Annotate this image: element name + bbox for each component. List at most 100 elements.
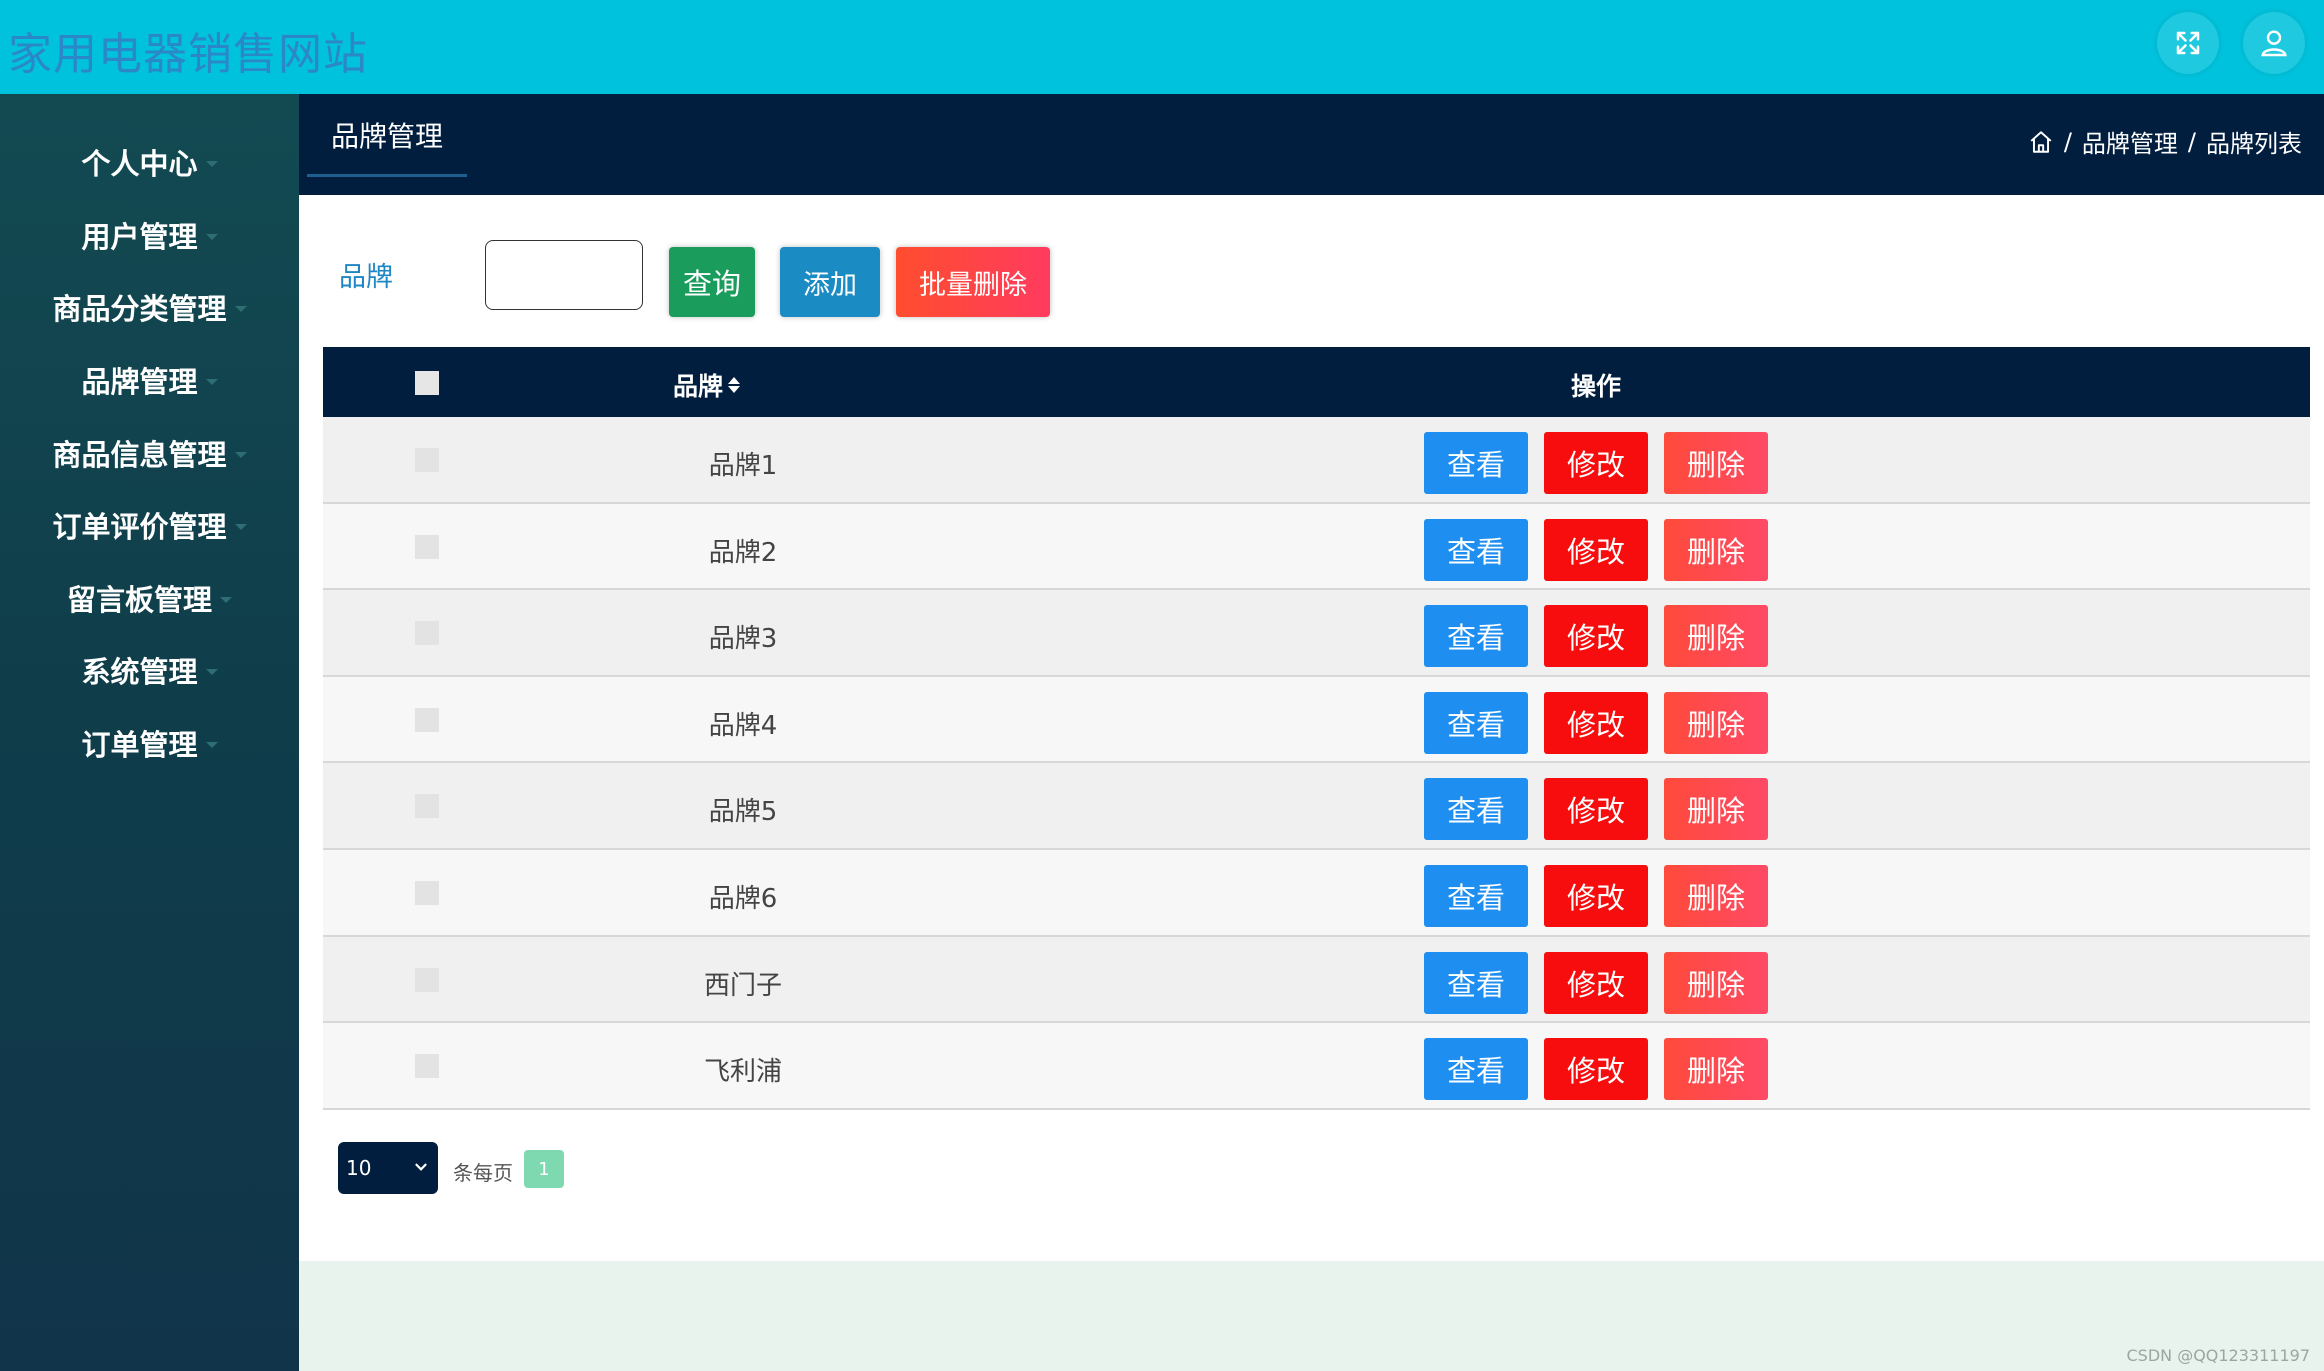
view-button[interactable]: 查看: [1424, 518, 1528, 581]
fullscreen-icon: [2176, 31, 2200, 55]
brand-search-input[interactable]: [485, 240, 643, 310]
table-row: 飞利浦 查看 修改 删除: [323, 1023, 2310, 1110]
table-row: 品牌5 查看 修改 删除: [323, 763, 2310, 850]
row-checkbox[interactable]: [415, 967, 439, 992]
chevron-down-icon: [234, 524, 247, 530]
delete-button[interactable]: 删除: [1664, 432, 1768, 494]
row-checkbox[interactable]: [415, 794, 439, 819]
row-checkbox[interactable]: [415, 707, 439, 732]
chevron-down-icon: [220, 597, 232, 603]
brand-cell: 西门子: [703, 970, 782, 1001]
delete-button[interactable]: 删除: [1664, 864, 1768, 927]
breadcrumb-item[interactable]: 品牌管理: [2082, 124, 2178, 159]
per-page-label: 条每页: [453, 1161, 513, 1185]
page-number-button[interactable]: 1: [524, 1150, 564, 1188]
sidebar-item-label: 个人中心: [81, 147, 198, 181]
row-checkbox[interactable]: [415, 1054, 439, 1079]
tab-brand-management[interactable]: 品牌管理: [307, 94, 467, 176]
view-button[interactable]: 查看: [1424, 778, 1528, 841]
top-header: 家用电器销售网站: [0, 0, 2324, 94]
sidebar-item-label: 商品信息管理: [52, 438, 227, 472]
sidebar-item-label: 商品分类管理: [52, 292, 227, 326]
delete-button[interactable]: 删除: [1664, 778, 1768, 841]
edit-button[interactable]: 修改: [1544, 1038, 1648, 1101]
brand-search-label: 品牌: [339, 262, 393, 293]
user-button[interactable]: [2243, 12, 2305, 74]
edit-button[interactable]: 修改: [1544, 778, 1648, 841]
column-header-brand[interactable]: 品牌: [673, 367, 741, 403]
watermark: CSDN @QQ123311197: [2126, 1346, 2310, 1365]
breadcrumb-item: 品牌列表: [2206, 130, 2302, 158]
sidebar-item-brand-management[interactable]: 品牌管理: [0, 350, 299, 410]
breadcrumb: / 品牌管理 / 品牌列表: [2028, 124, 2302, 159]
sidebar-item-label: 留言板管理: [66, 583, 212, 617]
breadcrumb-separator: /: [2063, 127, 2072, 156]
edit-button[interactable]: 修改: [1544, 951, 1648, 1014]
query-button[interactable]: 查询: [669, 247, 755, 317]
page-size-value: 10: [346, 1156, 372, 1180]
table-header: 品牌 操作: [323, 347, 2310, 417]
edit-button[interactable]: 修改: [1544, 691, 1648, 754]
view-button[interactable]: 查看: [1424, 432, 1528, 494]
brand-cell: 品牌3: [708, 624, 778, 655]
page-size-select[interactable]: 10: [338, 1142, 438, 1194]
edit-button[interactable]: 修改: [1544, 432, 1648, 494]
chevron-down-icon: [205, 742, 218, 748]
delete-button[interactable]: 删除: [1664, 518, 1768, 581]
sidebar-item-system-management[interactable]: 系统管理: [0, 640, 299, 700]
view-button[interactable]: 查看: [1424, 691, 1528, 754]
edit-button[interactable]: 修改: [1544, 518, 1648, 581]
chevron-down-icon: [234, 306, 247, 312]
sidebar: 个人中心 用户管理 商品分类管理 品牌管理 商品信息管理 订单评价管理 留言板管…: [0, 94, 299, 1371]
sidebar-item-message-board-management[interactable]: 留言板管理: [0, 568, 299, 628]
sidebar-item-order-review-management[interactable]: 订单评价管理: [0, 495, 299, 555]
row-checkbox[interactable]: [415, 448, 439, 472]
chevron-down-icon: [205, 379, 218, 385]
delete-button[interactable]: 删除: [1664, 951, 1768, 1014]
brand-cell: 品牌6: [708, 883, 778, 914]
select-all-checkbox[interactable]: [415, 371, 439, 395]
delete-button[interactable]: 删除: [1664, 691, 1768, 754]
view-button[interactable]: 查看: [1424, 864, 1528, 927]
edit-button[interactable]: 修改: [1544, 864, 1648, 927]
view-button[interactable]: 查看: [1424, 951, 1528, 1014]
delete-button[interactable]: 删除: [1664, 1038, 1768, 1101]
table-row: 西门子 查看 修改 删除: [323, 936, 2310, 1024]
delete-button[interactable]: 删除: [1664, 605, 1768, 668]
add-button[interactable]: 添加: [780, 247, 880, 317]
brand-cell: 品牌1: [708, 451, 778, 481]
edit-button[interactable]: 修改: [1544, 605, 1648, 668]
view-button[interactable]: 查看: [1424, 605, 1528, 668]
batch-delete-button[interactable]: 批量删除: [896, 247, 1050, 317]
chevron-down-icon: [234, 452, 247, 458]
table-row: 品牌1 查看 修改 删除: [323, 417, 2310, 504]
sidebar-item-label: 用户管理: [81, 220, 198, 254]
sidebar-item-label: 订单评价管理: [52, 510, 227, 544]
sidebar-item-category-management[interactable]: 商品分类管理: [0, 277, 299, 337]
sidebar-item-personal-center[interactable]: 个人中心: [0, 132, 299, 192]
row-checkbox[interactable]: [415, 880, 439, 905]
table-row: 品牌4 查看 修改 删除: [323, 676, 2310, 764]
row-checkbox[interactable]: [415, 621, 439, 646]
chevron-down-icon: [415, 1163, 427, 1171]
sidebar-item-order-management[interactable]: 订单管理: [0, 713, 299, 773]
sidebar-item-label: 订单管理: [81, 728, 198, 762]
brand-cell: 品牌4: [708, 710, 778, 741]
chevron-down-icon: [205, 234, 218, 240]
content-panel: 品牌 查询 添加 批量删除 品牌 操作 品牌1 查看 修改 删除 品牌2 查看 …: [299, 195, 2324, 1261]
sidebar-item-label: 品牌管理: [81, 365, 198, 399]
sidebar-item-user-management[interactable]: 用户管理: [0, 205, 299, 265]
column-header-actions: 操作: [1571, 372, 1622, 401]
row-checkbox[interactable]: [415, 534, 439, 559]
fullscreen-button[interactable]: [2157, 12, 2219, 74]
view-button[interactable]: 查看: [1424, 1038, 1528, 1101]
sidebar-item-product-management[interactable]: 商品信息管理: [0, 423, 299, 483]
sidebar-item-label: 系统管理: [81, 655, 198, 689]
table-row: 品牌6 查看 修改 删除: [323, 849, 2310, 937]
table-row: 品牌3 查看 修改 删除: [323, 590, 2310, 677]
breadcrumb-separator: /: [2187, 127, 2196, 156]
home-icon[interactable]: [2028, 129, 2054, 155]
sub-header: 品牌管理 / 品牌管理 / 品牌列表: [299, 94, 2324, 195]
tab-underline: [307, 174, 467, 177]
brand-cell: 飞利浦: [703, 1057, 782, 1088]
